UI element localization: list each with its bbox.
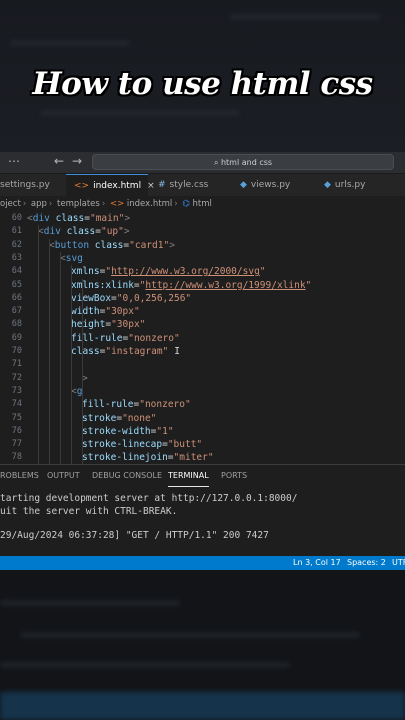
code-line[interactable]: 62 <button class="card1"> bbox=[0, 239, 405, 252]
code-line[interactable]: 60 <div class="main"> bbox=[0, 212, 405, 225]
line-number: 64 bbox=[11, 266, 22, 277]
command-search-box[interactable]: ⌕ html and css bbox=[92, 154, 394, 170]
blur-line bbox=[40, 110, 240, 116]
panel-tabs: ROBLEMS OUTPUT DEBUG CONSOLE TERMINAL PO… bbox=[0, 465, 405, 487]
line-number: 73 bbox=[11, 385, 22, 396]
tab-label: views.py bbox=[250, 180, 291, 190]
code-text: xmlns:xlink="http://www.w3.org/1999/xlin… bbox=[71, 279, 312, 291]
tab-views-py[interactable]: ◆ views.py bbox=[240, 174, 302, 196]
line-number: 78 bbox=[11, 452, 22, 463]
line-number: 69 bbox=[11, 332, 22, 343]
code-text: stroke-linecap="butt" bbox=[82, 439, 203, 451]
code-text: fill-rule="nonzero" bbox=[71, 332, 180, 344]
python-icon: ◆ bbox=[240, 180, 247, 190]
blur-line bbox=[230, 14, 380, 20]
breadcrumb: oject › app › templates › <> index.html › ⌬ … bbox=[0, 199, 212, 209]
code-text: <svg bbox=[60, 252, 83, 264]
blur-line bbox=[20, 632, 360, 638]
editor-tabs: settings.py <> index.html × # style.css ◆ vi… bbox=[0, 174, 405, 196]
code-text: <div class="up"> bbox=[38, 226, 130, 238]
more-icon[interactable]: ⋯ bbox=[8, 154, 20, 168]
blur-statusbar bbox=[0, 692, 405, 720]
close-icon[interactable]: × bbox=[147, 181, 155, 191]
code-area[interactable]: 60 <div class="main"> 61 <div class="up"> 62… bbox=[0, 212, 405, 464]
line-number: 77 bbox=[11, 439, 22, 450]
encoding-setting[interactable]: UTF bbox=[392, 556, 405, 570]
background-blur-bottom bbox=[0, 570, 405, 720]
code-editor-window: ⋯ ← → ⌕ html and css settings.py <> index… bbox=[0, 152, 405, 570]
breadcrumb-item[interactable]: oject bbox=[0, 199, 21, 209]
indent-guide bbox=[71, 265, 72, 464]
tab-index-html[interactable]: <> index.html × bbox=[66, 174, 155, 196]
code-text: viewBox="0,0,256,256" bbox=[71, 292, 192, 304]
line-number: 72 bbox=[11, 372, 22, 383]
code-text: stroke-width="1" bbox=[82, 425, 174, 437]
symbol-icon: ⌬ bbox=[182, 199, 190, 209]
indent-guide bbox=[60, 251, 61, 464]
line-number: 74 bbox=[11, 399, 22, 410]
indent-guide bbox=[49, 238, 50, 464]
python-icon: ◆ bbox=[324, 180, 331, 190]
search-text: html and css bbox=[220, 158, 273, 167]
bottom-panel: ROBLEMS OUTPUT DEBUG CONSOLE TERMINAL PO… bbox=[0, 464, 405, 560]
line-number: 66 bbox=[11, 292, 22, 303]
terminal-line: uit the server with CTRL-BREAK. bbox=[0, 506, 178, 517]
line-number: 70 bbox=[11, 346, 22, 356]
blur-line bbox=[0, 662, 290, 668]
tab-label: index.html bbox=[93, 181, 142, 191]
line-number: 60 bbox=[11, 213, 22, 223]
tab-settings-py[interactable]: settings.py bbox=[0, 174, 62, 196]
title-bar: ⋯ ← → ⌕ html and css bbox=[0, 152, 405, 174]
tab-terminal[interactable]: TERMINAL bbox=[168, 465, 209, 487]
line-number: 61 bbox=[11, 226, 22, 237]
code-text: stroke-linejoin="miter" bbox=[82, 452, 214, 464]
indentation-setting[interactable]: Spaces: 2 bbox=[347, 556, 386, 570]
css-icon: # bbox=[158, 180, 166, 190]
tab-label: settings.py bbox=[0, 180, 50, 190]
back-arrow-icon[interactable]: ← bbox=[54, 154, 64, 168]
code-text: <button class="card1"> bbox=[49, 239, 175, 251]
line-number: 68 bbox=[11, 319, 22, 330]
breadcrumb-item[interactable]: app bbox=[31, 199, 47, 209]
tab-urls-py[interactable]: ◆ urls.py bbox=[324, 174, 384, 196]
tab-debug-console[interactable]: DEBUG CONSOLE bbox=[92, 465, 162, 487]
indent-guide bbox=[38, 225, 39, 464]
html-icon: <> bbox=[74, 181, 90, 191]
indent-guide bbox=[82, 278, 83, 464]
breadcrumb-item[interactable]: templates bbox=[57, 199, 100, 209]
line-number: 63 bbox=[11, 252, 22, 263]
line-number: 76 bbox=[11, 425, 22, 436]
cursor-position[interactable]: Ln 3, Col 17 bbox=[293, 556, 341, 570]
search-icon: ⌕ bbox=[213, 158, 219, 167]
terminal-line: tarting development server at http://127… bbox=[0, 493, 298, 504]
line-number: 71 bbox=[11, 359, 22, 370]
forward-arrow-icon[interactable]: → bbox=[72, 154, 82, 168]
code-text: fill-rule="nonzero" bbox=[82, 399, 191, 411]
blur-line bbox=[10, 40, 130, 46]
tab-problems[interactable]: ROBLEMS bbox=[0, 465, 39, 487]
breadcrumb-item[interactable]: index.html bbox=[127, 199, 172, 209]
text-cursor: I bbox=[174, 346, 180, 357]
tab-output[interactable]: OUTPUT bbox=[47, 465, 80, 487]
code-line[interactable]: 61 <div class="up"> bbox=[0, 225, 405, 238]
line-number: 75 bbox=[11, 412, 22, 423]
tab-label: style.css bbox=[169, 180, 209, 190]
terminal-line: 29/Aug/2024 06:37:28] "GET / HTTP/1.1" 2… bbox=[0, 530, 269, 541]
video-overlay-title: How to use html css bbox=[32, 66, 373, 102]
tab-label: urls.py bbox=[334, 180, 366, 190]
code-text: stroke="none" bbox=[82, 412, 157, 424]
line-number: 62 bbox=[11, 239, 22, 250]
breadcrumb-item[interactable]: html bbox=[192, 199, 211, 209]
status-bar: Ln 3, Col 17 Spaces: 2 UTF bbox=[0, 556, 405, 570]
line-number: 65 bbox=[11, 279, 22, 290]
code-text: class="instagram" I bbox=[71, 346, 180, 357]
tab-ports[interactable]: PORTS bbox=[221, 465, 247, 487]
line-number: 67 bbox=[11, 306, 22, 317]
code-text: <g bbox=[71, 385, 83, 397]
blur-line bbox=[0, 600, 180, 606]
tab-style-css[interactable]: # style.css bbox=[158, 174, 228, 196]
html-icon: <> bbox=[109, 199, 125, 209]
code-text: xmlns="http://www.w3.org/2000/svg" bbox=[71, 266, 266, 278]
code-text: <div class="main"> bbox=[27, 213, 131, 224]
